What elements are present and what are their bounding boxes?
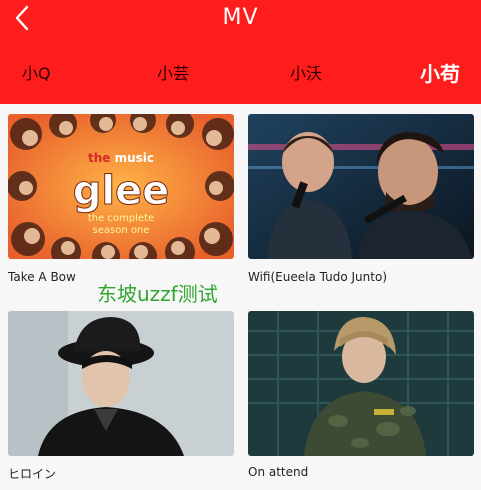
video-thumbnail[interactable]: the music glee the complete season one (8, 114, 234, 259)
tab-xiao-yun[interactable]: 小芸 (157, 58, 189, 90)
tab-xiao-wo[interactable]: 小沃 (290, 58, 322, 90)
video-grid: the music glee the complete season one T… (0, 104, 481, 490)
video-thumbnail[interactable] (248, 114, 474, 259)
watermark-text: 东坡uzzf测试 (97, 282, 218, 306)
svg-text:the complete: the complete (88, 213, 154, 224)
video-title: ヒロイン (8, 467, 57, 481)
svg-text:glee: glee (73, 168, 170, 214)
category-tabs: 小Q 小芸 小沃 小苟 (0, 58, 481, 90)
video-thumbnail[interactable] (248, 311, 474, 456)
video-thumbnail[interactable] (8, 311, 234, 456)
tab-xiao-gou[interactable]: 小苟 (420, 58, 460, 90)
app-header: MV 小Q 小芸 小沃 小苟 (0, 0, 481, 104)
page-title: MV (222, 5, 259, 30)
video-title: On attend (248, 465, 309, 479)
tab-xiao-q[interactable]: 小Q (22, 58, 51, 90)
svg-text:the music: the music (88, 151, 154, 165)
svg-text:season one: season one (93, 225, 150, 236)
video-title: Wifi(Eueela Tudo Junto) (248, 270, 387, 284)
